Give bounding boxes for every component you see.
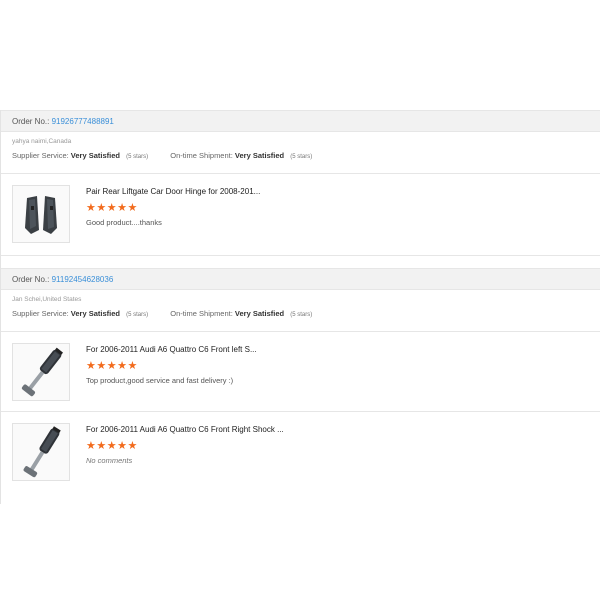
supplier-service-label: Supplier Service: (12, 151, 69, 160)
list-item: Pair Rear Liftgate Car Door Hinge for 20… (1, 174, 600, 256)
order-number-link[interactable]: 91926777488891 (52, 117, 114, 126)
list-item: For 2006-2011 Audi A6 Quattro C6 Front l… (1, 332, 600, 412)
shipment-label: On-time Shipment: (170, 151, 233, 160)
star-rating: ★★★★★ (86, 202, 138, 214)
service-ratings: Supplier Service: Very Satisfied (5 star… (1, 306, 600, 332)
shipment-stars: (5 stars) (290, 312, 313, 318)
order-card: Order No.: 91926777488891 yahya naimi,Ca… (1, 110, 600, 256)
supplier-service-stars: (5 stars) (126, 312, 149, 318)
star-rating: ★★★★★ (86, 360, 138, 372)
shipment-label: On-time Shipment: (170, 309, 233, 318)
review-comment: Top product,good service and fast delive… (86, 376, 234, 385)
supplier-service-value: Very Satisfied (70, 151, 120, 160)
order-label: Order No.: (12, 275, 50, 284)
list-item: For 2006-2011 Audi A6 Quattro C6 Front R… (1, 412, 600, 492)
order-number-link[interactable]: 91192454628036 (52, 275, 114, 284)
product-title[interactable]: For 2006-2011 Audi A6 Quattro C6 Front l… (86, 345, 257, 354)
buyer-name: yahya naimi,Canada (12, 138, 72, 145)
order-card: Order No.: 91192454628036 Jan Schei,Unit… (1, 268, 600, 492)
product-thumbnail-shock-left[interactable] (12, 343, 70, 401)
review-comment: Good product....thanks (86, 218, 162, 227)
shipment-value: Very Satisfied (234, 151, 285, 160)
shipment-stars: (5 stars) (290, 154, 313, 160)
order-label: Order No.: (12, 117, 50, 126)
product-thumbnail-hinge[interactable] (12, 185, 70, 243)
supplier-service-stars: (5 stars) (126, 154, 149, 160)
service-ratings: Supplier Service: Very Satisfied (5 star… (1, 148, 600, 174)
feedback-list: Order No.: 91926777488891 yahya naimi,Ca… (0, 110, 600, 504)
product-thumbnail-shock-right[interactable] (12, 423, 70, 481)
buyer-name: Jan Schei,United States (12, 296, 82, 303)
product-title[interactable]: Pair Rear Liftgate Car Door Hinge for 20… (86, 187, 260, 196)
shipment-value: Very Satisfied (234, 309, 285, 318)
review-comment: No comments (86, 456, 133, 465)
order-header: Order No.: 91926777488891 (1, 110, 600, 132)
star-rating: ★★★★★ (86, 440, 138, 452)
order-header: Order No.: 91192454628036 (1, 268, 600, 290)
product-title[interactable]: For 2006-2011 Audi A6 Quattro C6 Front R… (86, 425, 284, 434)
supplier-service-value: Very Satisfied (70, 309, 120, 318)
supplier-service-label: Supplier Service: (12, 309, 69, 318)
